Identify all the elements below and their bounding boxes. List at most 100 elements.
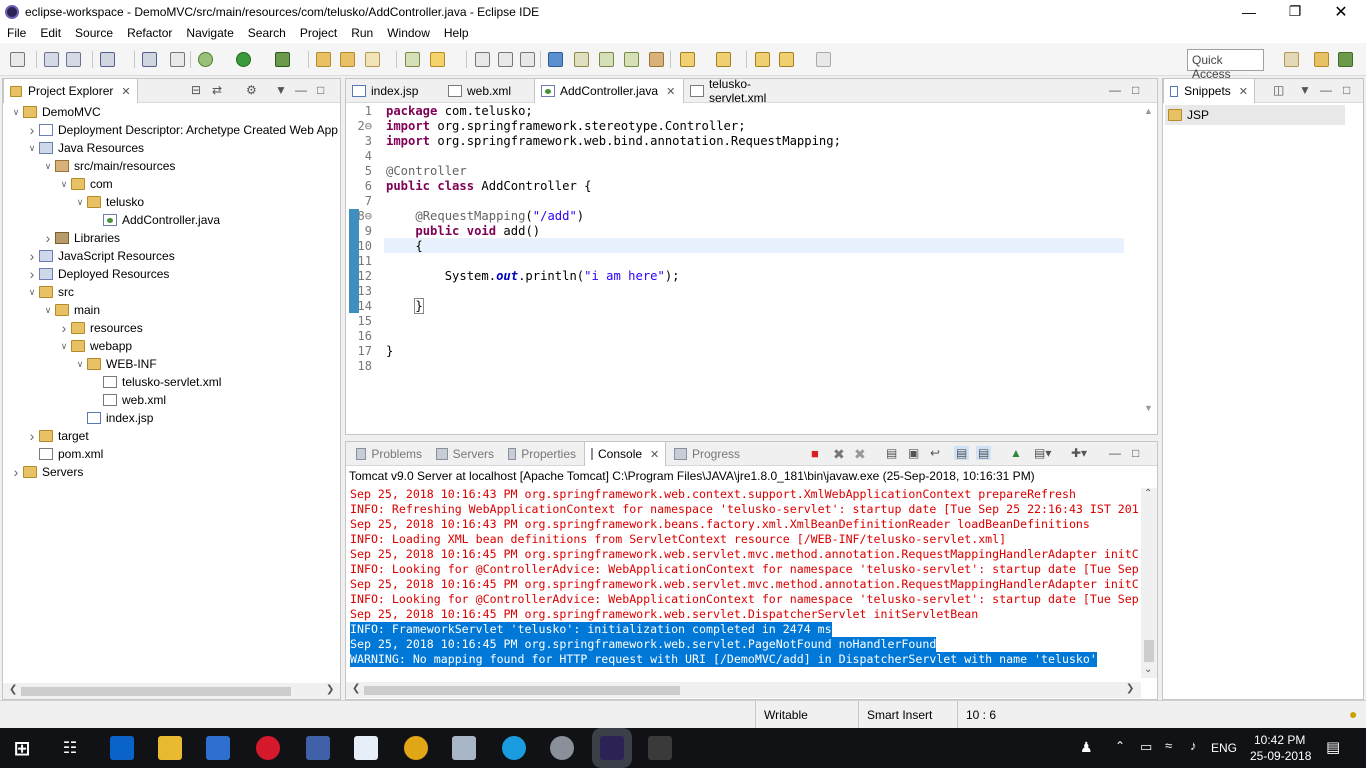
pin-console-icon[interactable]: ▲ — [1010, 446, 1022, 460]
view-menu-chevron-down-icon[interactable]: ▼ — [275, 83, 287, 97]
disk-app-icon[interactable] — [550, 736, 574, 760]
chevron-right-icon[interactable]: › — [25, 248, 39, 264]
maximize-view-icon[interactable]: □ — [1132, 446, 1139, 460]
previous-annotation-icon[interactable] — [716, 52, 731, 67]
close-icon[interactable]: ✕ — [1239, 85, 1248, 98]
clear-console-icon[interactable]: ▤ — [886, 446, 897, 460]
start-icon[interactable]: ⊞ — [10, 736, 34, 760]
customize-icon[interactable]: ◫ — [1273, 83, 1284, 97]
code-line[interactable]: import org.springframework.web.bind.anno… — [386, 134, 841, 149]
menu-run[interactable]: Run — [344, 26, 380, 40]
remove-launch-icon[interactable]: ✖ — [833, 446, 845, 463]
tab-index-jsp[interactable]: index.jsp — [346, 79, 442, 103]
menu-navigate[interactable]: Navigate — [179, 26, 240, 40]
new-interface-icon[interactable] — [624, 52, 639, 67]
chevron-down-icon[interactable]: ∨ — [9, 107, 23, 118]
open-console-icon[interactable] — [142, 52, 157, 67]
chevron-down-icon[interactable]: ∨ — [25, 287, 39, 298]
console-line[interactable]: INFO: Loading XML bean definitions from … — [350, 532, 1139, 547]
tip-lightbulb-icon[interactable]: ● — [1349, 706, 1357, 722]
tree-item[interactable]: › Libraries — [41, 229, 120, 247]
remove-all-terminated-icon[interactable]: ✖ — [854, 446, 866, 463]
chevron-down-icon[interactable]: ∨ — [73, 359, 87, 370]
scrollbar-thumb[interactable] — [21, 687, 291, 696]
new-server-icon[interactable] — [574, 52, 589, 67]
scroll-up-icon[interactable]: ⌃ — [1144, 488, 1152, 499]
open-task-icon[interactable] — [340, 52, 355, 67]
scrollbar-thumb[interactable] — [364, 686, 680, 695]
next-annotation-icon[interactable] — [680, 52, 695, 67]
console-horizontal-scrollbar[interactable]: ❮ ❯ — [346, 682, 1141, 698]
chevron-down-icon[interactable]: ∨ — [57, 179, 71, 190]
minimize-view-icon[interactable]: — — [1320, 83, 1332, 97]
tree-item[interactable]: ∨ DemoMVC — [9, 103, 101, 121]
skype-icon[interactable] — [502, 736, 526, 760]
chevron-down-icon[interactable]: ∨ — [41, 161, 55, 172]
new-icon[interactable] — [10, 52, 25, 67]
save-all-icon[interactable] — [66, 52, 81, 67]
tree-item[interactable]: › Deployment Descriptor: Archetype Create… — [25, 121, 338, 139]
save-icon[interactable] — [44, 52, 59, 67]
minimize-view-icon[interactable]: — — [295, 83, 307, 97]
run-icon[interactable] — [236, 52, 251, 67]
tree-item[interactable]: ∨ main — [41, 301, 100, 319]
tab-progress[interactable]: Progress — [668, 442, 746, 466]
chevron-down-icon[interactable]: ∨ — [57, 341, 71, 352]
tree-item[interactable]: ∨ com — [57, 175, 113, 193]
wifi-icon[interactable]: ≈ — [1165, 738, 1172, 753]
console-line[interactable]: INFO: Looking for @ControllerAdvice: Web… — [350, 562, 1139, 577]
java-ee-perspective-icon[interactable] — [1314, 52, 1329, 67]
scroll-down-icon[interactable]: ▼ — [1144, 403, 1153, 413]
menu-edit[interactable]: Edit — [33, 26, 68, 40]
clock-date[interactable]: 25-09-2018 — [1250, 749, 1311, 763]
link-with-editor-icon[interactable]: ⇄ — [212, 83, 222, 97]
display-console-icon[interactable]: ▤▾ — [1034, 446, 1051, 460]
status-insert-mode[interactable]: Smart Insert — [858, 701, 956, 728]
tree-item[interactable]: › Deployed Resources — [25, 265, 170, 283]
tree-item[interactable]: ∨ WEB-INF — [73, 355, 157, 373]
code-line[interactable]: @RequestMapping("/add") — [386, 209, 584, 224]
editor-vertical-scrollbar[interactable]: ▲ ▼ — [1141, 103, 1157, 434]
people-icon[interactable]: ♟ — [1080, 739, 1093, 756]
vlc-v2-icon[interactable] — [354, 736, 378, 760]
scroll-down-icon[interactable]: ⌄ — [1144, 664, 1152, 675]
tree-item[interactable]: telusko-servlet.xml — [89, 373, 221, 391]
console-line[interactable]: INFO: Looking for @ControllerAdvice: Web… — [350, 592, 1139, 607]
horizontal-scrollbar[interactable]: ❮ ❯ — [3, 683, 340, 699]
chevron-right-icon[interactable]: › — [25, 266, 39, 282]
tab-addcontroller-java[interactable]: AddController.java ✕ — [534, 79, 684, 103]
scroll-right-icon[interactable]: ❯ — [1126, 683, 1134, 694]
console-line[interactable]: WARNING: No mapping found for HTTP reque… — [350, 652, 1097, 667]
tree-item[interactable]: ∨ telusko — [73, 193, 144, 211]
close-button[interactable]: ✕ — [1318, 0, 1364, 23]
menu-project[interactable]: Project — [293, 26, 344, 40]
menu-file[interactable]: File — [0, 26, 33, 40]
chevron-right-icon[interactable]: › — [41, 230, 55, 246]
close-icon[interactable]: ✕ — [666, 85, 675, 98]
tree-item[interactable]: ∨ webapp — [57, 337, 132, 355]
battery-icon[interactable]: ▭ — [1140, 739, 1152, 755]
clock-time[interactable]: 10:42 PM — [1254, 733, 1305, 747]
edge-icon[interactable] — [110, 736, 134, 760]
console-line[interactable]: Sep 25, 2018 10:16:43 PM org.springframe… — [350, 517, 1139, 532]
chevron-down-icon[interactable]: ∨ — [41, 305, 55, 316]
show-on-stderr-icon[interactable]: ▤ — [976, 446, 992, 460]
chevron-right-icon[interactable]: › — [25, 122, 39, 138]
terminate-icon[interactable]: ■ — [811, 446, 819, 461]
console-vertical-scrollbar[interactable]: ⌃ ⌄ — [1141, 488, 1157, 678]
maximize-view-icon[interactable]: □ — [1343, 83, 1350, 97]
tree-item[interactable]: index.jsp — [73, 409, 153, 427]
browser-icon[interactable] — [548, 52, 563, 67]
minimize-editor-icon[interactable]: — — [1109, 83, 1121, 97]
open-type-icon[interactable] — [316, 52, 331, 67]
volume-icon[interactable]: ♪ — [1190, 738, 1197, 753]
close-icon[interactable]: ✕ — [121, 85, 130, 98]
language-indicator[interactable]: ENG — [1211, 741, 1237, 755]
code-line[interactable]: System.out.println("i am here"); — [386, 269, 680, 284]
scroll-up-icon[interactable]: ▲ — [1144, 106, 1153, 116]
camera-app-icon[interactable] — [648, 736, 672, 760]
tree-item[interactable]: web.xml — [89, 391, 166, 409]
forward-icon[interactable] — [816, 52, 831, 67]
menu-refactor[interactable]: Refactor — [120, 26, 179, 40]
keyboard-app-icon[interactable] — [452, 736, 476, 760]
